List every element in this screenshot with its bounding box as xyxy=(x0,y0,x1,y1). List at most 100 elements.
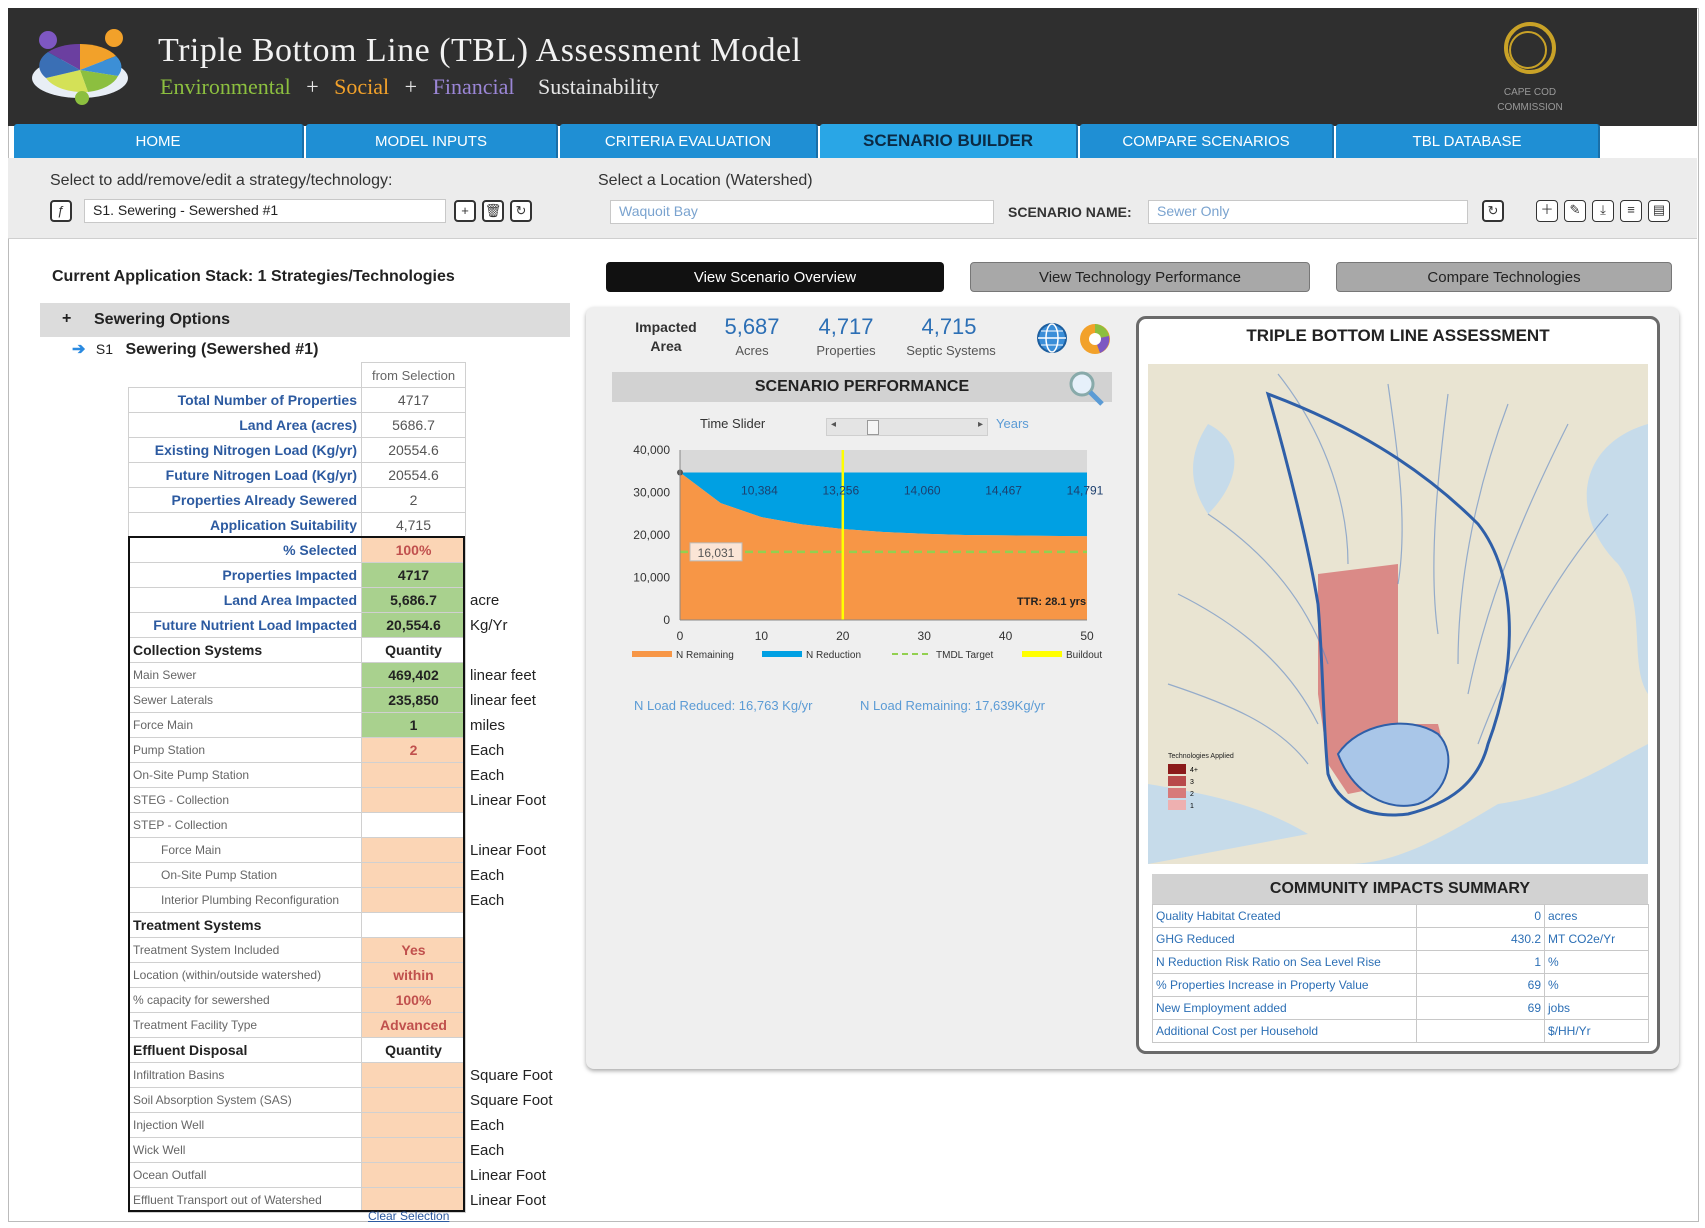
clear-selection-link[interactable]: Clear Selection xyxy=(368,1209,449,1223)
compare-technologies-button[interactable]: Compare Technologies xyxy=(1336,262,1672,292)
property-value[interactable]: 100% xyxy=(361,987,466,1013)
community-impact-row: N Reduction Risk Ratio on Sea Level Rise… xyxy=(1152,950,1649,974)
property-value: 4717 xyxy=(361,387,466,413)
property-value[interactable] xyxy=(361,1162,466,1188)
from-selection-label: from Selection xyxy=(361,362,466,388)
new-scenario-icon[interactable]: ＋ xyxy=(1536,200,1558,222)
impacted-acres-value: 5,687 xyxy=(724,314,780,339)
property-value[interactable] xyxy=(361,1062,466,1088)
add-strategy-icon[interactable]: + xyxy=(454,200,476,222)
community-impact-label: Quality Habitat Created xyxy=(1152,904,1417,928)
strategy-select[interactable]: S1. Sewering - Sewershed #1 xyxy=(84,199,446,223)
property-value[interactable]: 469,402 xyxy=(361,662,466,688)
property-row: Treatment Facility Type Advanced xyxy=(128,1012,576,1038)
delete-strategy-icon[interactable]: 🗑 xyxy=(482,200,504,222)
app-title: Triple Bottom Line (TBL) Assessment Mode… xyxy=(158,32,802,69)
property-label: Soil Absorption System (SAS) xyxy=(128,1087,362,1113)
community-impact-value: 1 xyxy=(1416,950,1545,974)
community-impact-unit: acres xyxy=(1544,904,1649,928)
slider-left-arrow-icon[interactable]: ◂ xyxy=(831,419,836,430)
property-row: Sewer Laterals 235,850 linear feet xyxy=(128,687,576,713)
save-scenario-icon[interactable]: ⤓ xyxy=(1592,200,1614,222)
view-scenario-overview-button[interactable]: View Scenario Overview xyxy=(606,262,944,292)
tab-criteria-evaluation[interactable]: CRITERIA EVALUATION xyxy=(560,124,818,158)
scenario-name-input[interactable]: Sewer Only xyxy=(1148,200,1468,224)
property-unit: acre xyxy=(470,591,500,609)
property-row: STEG - Collection Linear Foot xyxy=(128,787,576,813)
report-scenario-icon[interactable]: ≡ xyxy=(1620,200,1642,222)
community-impact-value: 69 xyxy=(1416,973,1545,997)
refresh-scenario-icon[interactable]: ↻ xyxy=(1482,200,1504,222)
cape-cod-commission-logo: CAPE COD COMMISSION xyxy=(1490,18,1570,114)
property-value[interactable]: 20,554.6 xyxy=(361,612,466,638)
n-load-reduced: N Load Reduced: 16,763 Kg/yr xyxy=(634,698,813,713)
community-impact-unit: MT CO2e/Yr xyxy=(1544,927,1649,951)
property-value xyxy=(361,912,466,938)
property-row: Infiltration Basins Square Foot xyxy=(128,1062,576,1088)
tab-scenario-builder[interactable]: SCENARIO BUILDER xyxy=(820,124,1078,158)
view-technology-performance-button[interactable]: View Technology Performance xyxy=(970,262,1310,292)
scenario-name-label: SCENARIO NAME: xyxy=(1008,204,1132,220)
expand-toggle-icon[interactable]: + xyxy=(62,310,71,328)
magnifier-icon[interactable] xyxy=(1066,368,1106,408)
property-label: Total Number of Properties xyxy=(128,387,362,413)
community-impact-value: 0 xyxy=(1416,904,1545,928)
impacted-septic-unit: Septic Systems xyxy=(906,343,996,358)
edit-scenario-icon[interactable]: ✎ xyxy=(1564,200,1586,222)
property-value[interactable] xyxy=(361,1137,466,1163)
chart-wheel-icon[interactable] xyxy=(1078,322,1112,356)
property-value: Quantity xyxy=(361,637,466,663)
export-scenario-icon[interactable]: ▤ xyxy=(1648,200,1670,222)
strategy-s1-row[interactable]: ➔ S1 Sewering (Sewershed #1) xyxy=(72,339,318,359)
time-slider[interactable]: ◂ ▸ xyxy=(826,418,988,436)
property-value[interactable] xyxy=(361,1112,466,1138)
property-value[interactable]: Advanced xyxy=(361,1012,466,1038)
subtitle-social: Social xyxy=(334,74,390,99)
location-select[interactable]: Waquoit Bay xyxy=(610,200,994,224)
refresh-strategy-icon[interactable]: ↻ xyxy=(510,200,532,222)
property-unit: miles xyxy=(470,716,506,734)
watershed-map[interactable]: Technologies Applied 4+ 3 2 1 xyxy=(1148,364,1648,864)
tab-tbl-database[interactable]: TBL DATABASE xyxy=(1336,124,1600,158)
edit-strategy-icon[interactable]: ƒ xyxy=(50,200,72,222)
property-label: Land Area (acres) xyxy=(128,412,362,438)
property-row: Treatment System Included Yes xyxy=(128,937,576,963)
slider-thumb[interactable] xyxy=(867,420,879,435)
property-value[interactable]: 235,850 xyxy=(361,687,466,713)
tbl-assessment-title: TRIPLE BOTTOM LINE ASSESSMENT xyxy=(1246,326,1550,345)
property-unit xyxy=(466,1038,576,1063)
tab-compare-scenarios[interactable]: COMPARE SCENARIOS xyxy=(1080,124,1334,158)
property-row: Effluent Transport out of Watershed Linea… xyxy=(128,1187,576,1213)
property-value[interactable] xyxy=(361,837,466,863)
property-row: Treatment Systems xyxy=(128,912,576,938)
property-value[interactable] xyxy=(361,787,466,813)
property-row: Existing Nitrogen Load (Kg/yr) 20554.6 xyxy=(128,437,576,463)
property-value[interactable]: 4717 xyxy=(361,562,466,588)
property-value[interactable] xyxy=(361,1087,466,1113)
tab-model-inputs[interactable]: MODEL INPUTS xyxy=(306,124,558,158)
community-impact-label: GHG Reduced xyxy=(1152,927,1417,951)
property-value[interactable]: 5,686.7 xyxy=(361,587,466,613)
tmdl-target-label: 16,031 xyxy=(698,546,735,560)
property-unit: Each xyxy=(470,891,505,909)
property-row: Soil Absorption System (SAS) Square Foot xyxy=(128,1087,576,1113)
property-value[interactable] xyxy=(361,762,466,788)
property-row: Total Number of Properties 4717 xyxy=(128,387,576,413)
property-value[interactable]: 1 xyxy=(361,712,466,738)
tab-home[interactable]: HOME xyxy=(14,124,304,158)
property-value[interactable] xyxy=(361,887,466,913)
globe-icon[interactable] xyxy=(1036,322,1068,354)
slider-right-arrow-icon[interactable]: ▸ xyxy=(978,419,983,430)
property-value[interactable]: 2 xyxy=(361,737,466,763)
sewering-options-group[interactable]: + Sewering Options xyxy=(40,303,570,337)
strategy-label: Select to add/remove/edit a strategy/tec… xyxy=(50,172,393,189)
org-logo-text-2: COMMISSION xyxy=(1497,102,1563,113)
property-value[interactable]: Yes xyxy=(361,937,466,963)
property-value[interactable] xyxy=(361,862,466,888)
property-label: Wick Well xyxy=(128,1137,362,1163)
property-row: Land Area Impacted 5,686.7 acre xyxy=(128,587,576,613)
property-row: Future Nutrient Load Impacted 20,554.6 Kg/… xyxy=(128,612,576,638)
property-value[interactable]: within xyxy=(361,962,466,988)
property-value[interactable]: 100% xyxy=(361,537,466,563)
y-tick-label: 0 xyxy=(663,613,670,627)
